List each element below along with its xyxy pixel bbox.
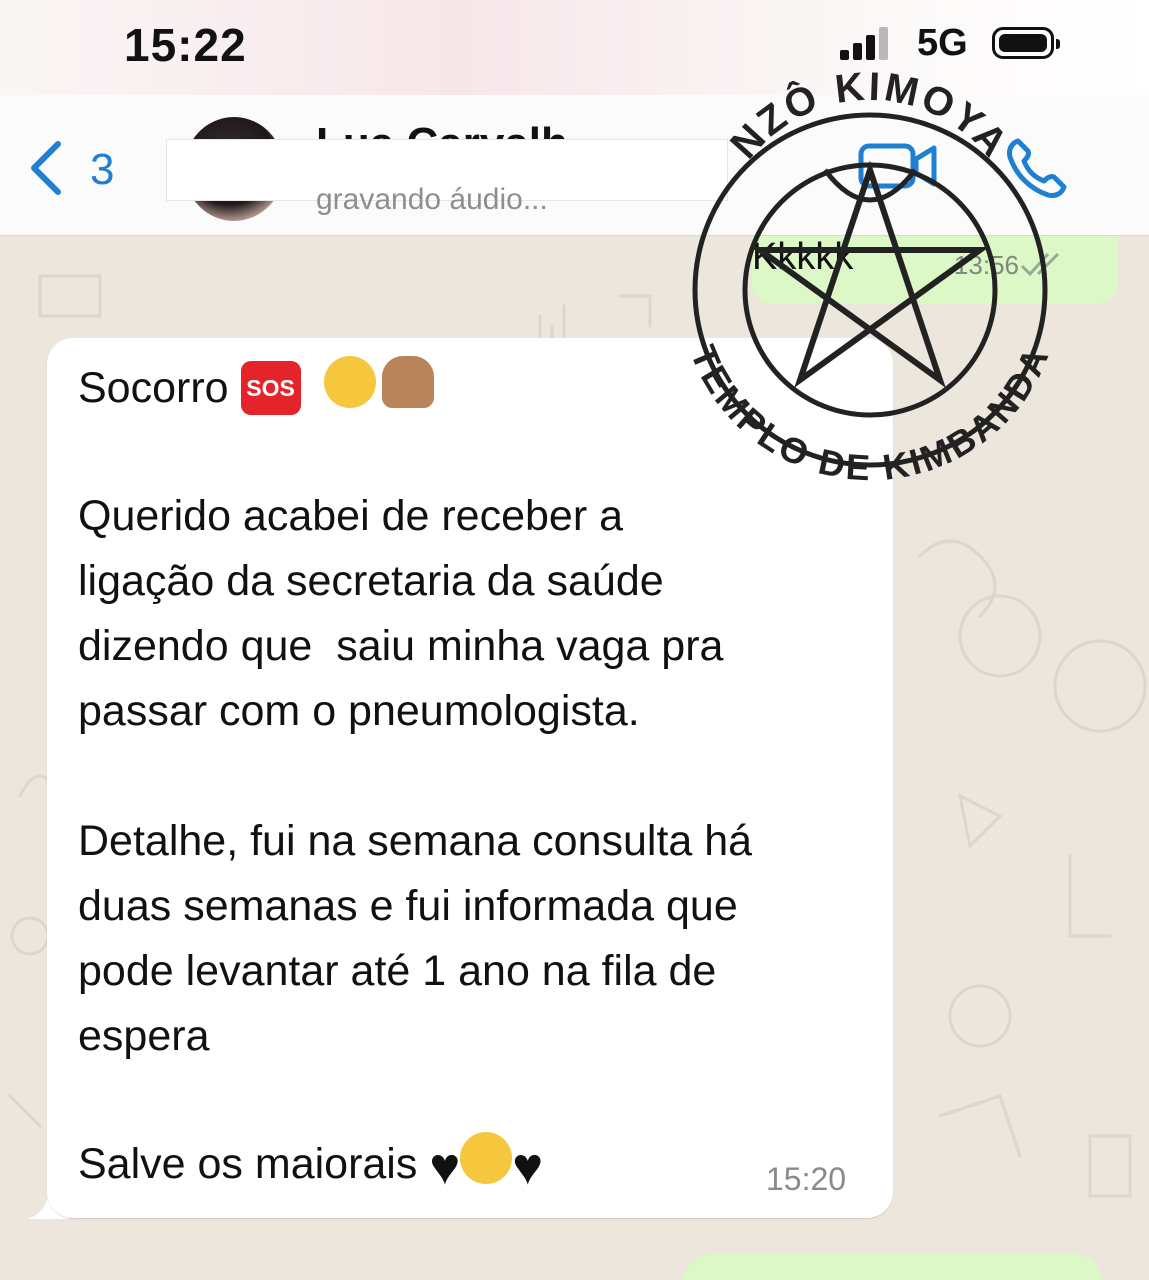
rolling-laughing-icon [324, 356, 377, 408]
incoming-message-time: 15:20 [766, 1161, 847, 1197]
black-heart-icon: ♥ [429, 1138, 461, 1196]
message-line: pode levantar até 1 ano na fila de [78, 947, 717, 995]
chat-area[interactable]: Kkkkk 13:56 Socorro SOS Querido acabei d… [0, 236, 1149, 1280]
status-bar: 15:22 5G [0, 0, 1149, 95]
message-line: dizendo que saiu minha vaga pra [78, 622, 724, 670]
message-line: duas semanas e fui informada que [78, 882, 738, 930]
outgoing-message-time: 13:56 [953, 250, 1019, 280]
chevron-left-icon[interactable] [26, 140, 66, 196]
outgoing-message-text: Kkkkk [752, 236, 854, 278]
signal-icon [840, 26, 890, 60]
message-line: Salve os maiorais ♥ ♥ [78, 1132, 543, 1200]
network-label: 5G [917, 22, 968, 64]
black-heart-icon: ♥ [512, 1138, 544, 1196]
message-line: espera [78, 1012, 210, 1060]
video-camera-icon[interactable] [858, 141, 938, 191]
grinning-face-icon [460, 1132, 513, 1184]
double-check-icon [1020, 252, 1060, 277]
unread-count[interactable]: 3 [90, 145, 114, 195]
message-line: Detalhe, fui na semana consulta há [78, 817, 753, 865]
message-line: Querido acabei de receber a [78, 492, 624, 540]
message-line: Socorro SOS [78, 356, 435, 421]
message-line: passar com o pneumologista. [78, 687, 640, 735]
sos-icon: SOS [240, 361, 301, 415]
outgoing-message-bubble-partial[interactable] [683, 1254, 1103, 1280]
incoming-message-bubble[interactable] [47, 338, 893, 1218]
message-line: ligação da secretaria da saúde [78, 557, 664, 605]
raising-hands-icon [382, 356, 435, 408]
chat-header: 3 Lua Carvalh gravando áudio... [0, 95, 1149, 236]
battery-full-icon [992, 27, 1060, 59]
contact-status: gravando áudio... [316, 183, 548, 216]
status-time: 15:22 [124, 19, 247, 71]
phone-icon[interactable] [1004, 135, 1070, 201]
